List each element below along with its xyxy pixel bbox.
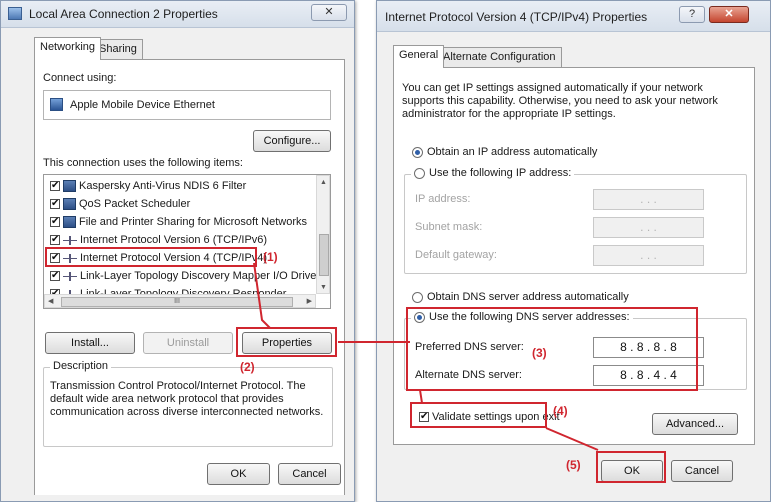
networking-tab-panel: Connect using: Apple Mobile Device Ether… (34, 59, 345, 495)
scroll-right-icon[interactable]: ▶ (307, 297, 312, 305)
advanced-button[interactable]: Advanced... (652, 413, 738, 435)
use-following-ip-option[interactable]: Use the following IP address: (411, 167, 575, 179)
scroll-up-icon[interactable]: ▲ (320, 179, 327, 186)
obtain-ip-auto-label: Obtain an IP address automatically (427, 146, 598, 158)
step-4-label: (4) (553, 404, 568, 418)
horizontal-scrollbar[interactable]: ◀ III ▶ (44, 294, 316, 308)
static-ip-group: Use the following IP address: IP address… (404, 167, 747, 274)
list-item[interactable]: ✔ Link-Layer Topology Discovery Mapper I/… (50, 267, 320, 285)
help-icon: ? (688, 8, 696, 20)
use-following-ip-label: Use the following IP address: (429, 167, 572, 179)
left-title-bar[interactable]: Local Area Connection 2 Properties ✕ (1, 1, 354, 28)
adapter-field: Apple Mobile Device Ethernet (43, 90, 331, 120)
item-checkbox[interactable]: ✔ (50, 198, 60, 210)
list-item[interactable]: ✔ QoS Packet Scheduler (50, 195, 190, 213)
check-icon: ✔ (51, 234, 60, 246)
scroll-thumb-h[interactable]: III (61, 297, 293, 307)
left-close-button[interactable]: ✕ (311, 4, 347, 21)
default-gateway-label: Default gateway: (415, 249, 497, 261)
items-list-label: This connection uses the following items… (43, 157, 243, 169)
check-icon: ✔ (51, 180, 60, 192)
scroll-thumb-grip-icon: III (174, 298, 180, 305)
scroll-left-icon[interactable]: ◀ (48, 297, 53, 305)
network-connection-icon (8, 7, 22, 20)
list-item[interactable]: ✔ Kaspersky Anti-Virus NDIS 6 Filter (50, 177, 246, 195)
list-item-label: File and Printer Sharing for Microsoft N… (79, 216, 308, 228)
adapter-name: Apple Mobile Device Ethernet (70, 99, 215, 111)
network-client-icon (63, 180, 76, 193)
obtain-dns-auto-label: Obtain DNS server address automatically (427, 291, 629, 303)
network-client-icon (63, 198, 76, 211)
tab-general[interactable]: General (393, 45, 445, 68)
item-checkbox[interactable]: ✔ (50, 216, 60, 228)
scroll-thumb[interactable] (319, 234, 329, 276)
tab-alternate-configuration-label: Alternate Configuration (443, 51, 556, 63)
intro-text: You can get IP settings assigned automat… (402, 82, 718, 120)
ip-address-label: IP address: (415, 193, 471, 205)
step-2-label: (2) (240, 360, 255, 374)
item-checkbox[interactable]: ✔ (50, 234, 60, 246)
left-ok-button[interactable]: OK (207, 463, 270, 485)
ipv4-item-highlight (45, 247, 257, 267)
list-item-label: Internet Protocol Version 6 (TCP/IPv6) (80, 234, 268, 246)
right-title-bar[interactable]: Internet Protocol Version 4 (TCP/IPv4) P… (377, 1, 770, 32)
list-item-label: Kaspersky Anti-Virus NDIS 6 Filter (79, 180, 247, 192)
ip-address-input[interactable]: . . . (593, 189, 704, 210)
item-checkbox[interactable]: ✔ (50, 270, 60, 282)
subnet-mask-label: Subnet mask: (415, 221, 483, 233)
check-icon: ✔ (51, 270, 60, 282)
protocol-icon (63, 270, 77, 282)
default-gateway-input[interactable]: . . . (593, 245, 704, 266)
properties-button-highlight (236, 327, 337, 357)
uninstall-button[interactable]: Uninstall (143, 332, 233, 354)
help-button[interactable]: ? (679, 6, 705, 23)
obtain-dns-auto-radio[interactable] (412, 291, 423, 303)
close-icon: ✕ (324, 6, 334, 18)
right-dialog-title: Internet Protocol Version 4 (TCP/IPv4) P… (385, 10, 648, 24)
close-icon: ✕ (724, 8, 734, 20)
right-close-button[interactable]: ✕ (709, 6, 749, 23)
step-5-label: (5) (566, 458, 581, 472)
tab-alternate-configuration[interactable]: Alternate Configuration (437, 47, 562, 68)
configure-button[interactable]: Configure... (253, 130, 331, 152)
left-dialog-title: Local Area Connection 2 Properties (29, 7, 218, 21)
components-list[interactable]: ✔ Kaspersky Anti-Virus NDIS 6 Filter ✔ QoS… (43, 174, 331, 309)
list-item-label: Link-Layer Topology Discovery Mapper I/O… (80, 270, 321, 282)
description-text: Transmission Control Protocol/Internet P… (50, 380, 324, 418)
tab-networking-label: Networking (40, 41, 96, 53)
connect-using-label: Connect using: (43, 72, 117, 84)
validate-checkbox-highlight (410, 402, 547, 428)
ok-button-highlight (596, 451, 666, 483)
item-checkbox[interactable]: ✔ (50, 180, 60, 192)
adapter-icon (50, 98, 63, 111)
obtain-dns-auto-option[interactable]: Obtain DNS server address automatically (412, 291, 629, 303)
obtain-ip-auto-radio[interactable] (412, 146, 423, 158)
list-item[interactable]: ✔ File and Printer Sharing for Microsoft … (50, 213, 307, 231)
tab-general-label: General (399, 49, 439, 61)
description-title: Description (50, 360, 112, 372)
install-button[interactable]: Install... (45, 332, 135, 354)
obtain-ip-auto-option[interactable]: Obtain an IP address automatically (412, 146, 597, 158)
tab-networking[interactable]: Networking (34, 37, 102, 60)
subnet-mask-input[interactable]: . . . (593, 217, 704, 238)
vertical-scrollbar[interactable]: ▲ ▼ (316, 175, 330, 294)
scroll-down-icon[interactable]: ▼ (320, 284, 327, 291)
check-icon: ✔ (51, 216, 60, 228)
protocol-icon (63, 234, 77, 246)
description-group: Description Transmission Control Protoco… (43, 360, 333, 447)
right-cancel-button[interactable]: Cancel (671, 460, 733, 482)
list-item-label: QoS Packet Scheduler (79, 198, 191, 210)
tab-sharing-label: Sharing (99, 43, 137, 55)
check-icon: ✔ (51, 198, 60, 210)
step-1-label: (1) (263, 250, 278, 264)
network-client-icon (63, 216, 76, 229)
step-3-label: (3) (532, 346, 547, 360)
left-cancel-button[interactable]: Cancel (278, 463, 341, 485)
dns-group-highlight (406, 307, 698, 391)
use-following-ip-radio[interactable] (414, 167, 425, 179)
